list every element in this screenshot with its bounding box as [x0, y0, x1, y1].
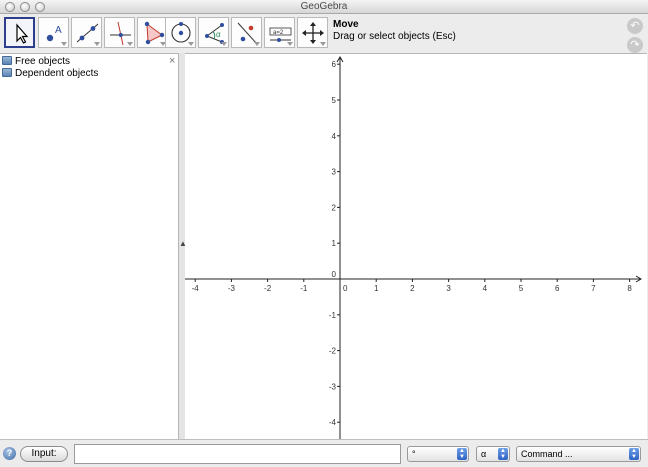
- svg-text:α: α: [216, 30, 221, 39]
- svg-text:A: A: [55, 25, 62, 36]
- y-tick-label: -1: [329, 311, 337, 320]
- symbol-select-value: °: [412, 449, 416, 459]
- tool-menu-arrow: [94, 42, 100, 46]
- active-tool-name: Move: [333, 19, 359, 30]
- svg-text:a=2: a=2: [273, 30, 284, 36]
- x-tick-label: -3: [228, 284, 236, 293]
- input-help-button[interactable]: Input:: [20, 446, 68, 462]
- greek-select[interactable]: α ▲ ▼: [476, 446, 510, 462]
- tool-help: Move Drag or select objects (Esc): [333, 19, 456, 43]
- polygon-tool-button[interactable]: [137, 17, 168, 48]
- y-tick-label: 1: [332, 239, 337, 248]
- tree-item-dependent-objects[interactable]: Dependent objects: [2, 68, 98, 80]
- tool-menu-arrow: [61, 42, 67, 46]
- coordinate-axes: -4 -3 -2 -1 0 1 2 3 4 5 6 7 8 6 5 4 3 2 1 0 -1 -2 -3 -4: [185, 56, 642, 439]
- stepper-arrows-icon: ▲ ▼: [457, 448, 467, 460]
- greek-select-value: α: [481, 449, 487, 459]
- command-select-value: Command ...: [521, 449, 573, 459]
- tree-item-label: Dependent objects: [15, 68, 99, 79]
- x-tick-label: 1: [374, 284, 379, 293]
- y-tick-label: 3: [332, 168, 337, 177]
- folder-icon: [2, 56, 12, 65]
- x-tick-label: -2: [264, 284, 272, 293]
- move-tool-button[interactable]: [4, 17, 35, 48]
- tree-item-free-objects[interactable]: Free objects: [2, 56, 70, 68]
- y-tick-label: 2: [332, 203, 337, 212]
- symbol-select[interactable]: ° ▲ ▼: [407, 446, 469, 462]
- reflect-tool-button[interactable]: [231, 17, 262, 48]
- tool-menu-arrow: [254, 42, 260, 46]
- undo-icon: ↶: [630, 20, 640, 32]
- x-tick-label: 8: [627, 284, 632, 293]
- redo-button[interactable]: ↷: [627, 37, 643, 53]
- tool-menu-arrow: [127, 42, 133, 46]
- tool-menu-arrow: [320, 42, 326, 46]
- y-tick-label: 6: [332, 60, 337, 69]
- angle-tool-button[interactable]: α: [198, 17, 229, 48]
- point-tool-button[interactable]: A: [38, 17, 69, 48]
- y-tick-label: 4: [332, 132, 337, 141]
- y-tick-label: -2: [329, 347, 337, 356]
- tool-menu-arrow: [287, 42, 293, 46]
- slider-tool-button[interactable]: a=2: [264, 17, 295, 48]
- x-tick-label: -1: [300, 284, 308, 293]
- cursor-arrow-icon: [16, 23, 29, 44]
- stepper-arrows-icon: ▲ ▼: [629, 448, 639, 460]
- tool-menu-arrow: [221, 42, 227, 46]
- input-field[interactable]: [74, 444, 401, 464]
- y-tick-label: -3: [329, 382, 337, 391]
- move-view-tool-button[interactable]: [297, 17, 328, 48]
- input-bar: ? Input: ° ▲ ▼ α ▲ ▼ Command ... ▲ ▼: [0, 439, 648, 467]
- tree-item-label: Free objects: [15, 56, 71, 67]
- perpendicular-tool-button[interactable]: [104, 17, 135, 48]
- circle-tool-button[interactable]: [165, 17, 196, 48]
- window-title: GeoGebra: [300, 1, 348, 12]
- redo-icon: ↷: [630, 39, 640, 51]
- active-tool-hint: Drag or select objects (Esc): [333, 31, 456, 42]
- algebra-view: Free objects Dependent objects ×: [0, 53, 179, 439]
- line-tool-button[interactable]: [71, 17, 102, 48]
- x-tick-label: 5: [519, 284, 524, 293]
- undo-button[interactable]: ↶: [627, 18, 643, 34]
- x-tick-label: 4: [483, 284, 488, 293]
- x-tick-label: 7: [591, 284, 596, 293]
- x-tick-label: 2: [410, 284, 415, 293]
- title-bar: GeoGebra: [0, 0, 648, 14]
- graphics-view[interactable]: -4 -3 -2 -1 0 1 2 3 4 5 6 7 8 6 5 4 3 2 1 0 -1 -2 -3 -4: [185, 53, 647, 439]
- y-tick-label: -4: [329, 418, 337, 427]
- y-tick-label: 5: [332, 96, 337, 105]
- stepper-arrows-icon: ▲ ▼: [498, 448, 508, 460]
- toolbar: A α a=2 Move Drag or select objects (Esc…: [0, 15, 648, 53]
- x-tick-label: 6: [555, 284, 560, 293]
- x-tick-label: 3: [446, 284, 451, 293]
- command-select[interactable]: Command ... ▲ ▼: [516, 446, 641, 462]
- folder-icon: [2, 68, 12, 77]
- tool-menu-arrow: [188, 42, 194, 46]
- x-tick-label: 0: [343, 284, 348, 293]
- y-tick-label: 0: [332, 270, 337, 279]
- help-icon[interactable]: ?: [3, 447, 16, 460]
- close-algebra-view-button[interactable]: ×: [169, 55, 175, 67]
- x-tick-label: -4: [192, 284, 200, 293]
